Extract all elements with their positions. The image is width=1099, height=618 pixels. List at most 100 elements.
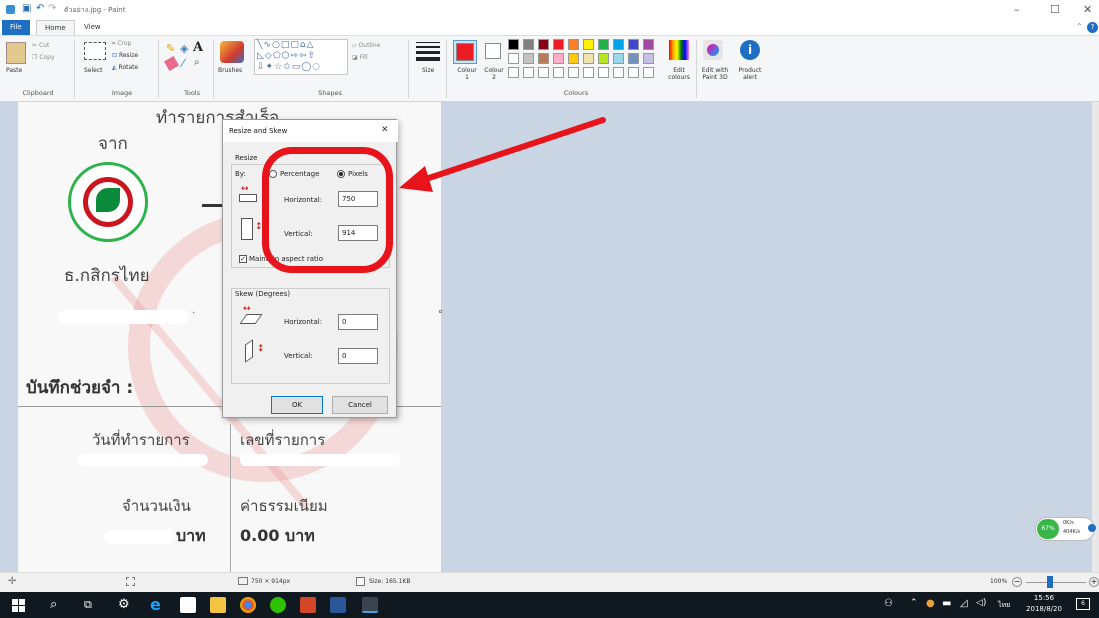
palette-swatch[interactable] [613, 39, 624, 50]
colour1-selector[interactable] [453, 40, 477, 64]
paint3d-icon[interactable] [703, 40, 723, 60]
fill-bucket-icon[interactable]: ◈ [180, 42, 188, 55]
cancel-button[interactable]: Cancel [332, 396, 388, 414]
palette-swatch[interactable] [508, 39, 519, 50]
edit-colours-button[interactable]: Edit colours [666, 67, 692, 81]
zoom-slider-thumb[interactable] [1047, 576, 1053, 588]
help-icon[interactable]: ? [1087, 22, 1098, 33]
shapes-row-1-icon[interactable]: ╲∿○□▢⌂△ [257, 40, 314, 50]
palette-swatch[interactable] [523, 39, 534, 50]
palette-swatch[interactable] [553, 53, 564, 64]
palette-swatch[interactable] [538, 53, 549, 64]
battery-icon[interactable]: ▬ [942, 598, 951, 609]
task-view-icon[interactable]: ⧉ [84, 598, 92, 612]
shapes-gallery[interactable]: ╲∿○□▢⌂△ ◺◇⬠⬡⇨⇦⇧ ⇩✦☆✩▭◯◌ [254, 39, 348, 75]
fill-button[interactable]: ◪ Fill [352, 54, 368, 61]
palette-swatch[interactable] [598, 53, 609, 64]
shapes-row-3-icon[interactable]: ⇩✦☆✩▭◯◌ [257, 62, 321, 72]
people-icon[interactable]: ⚇ [884, 598, 893, 609]
paste-button[interactable]: Paste [6, 67, 22, 74]
save-icon[interactable]: ▣ [22, 3, 31, 14]
ok-button[interactable]: OK [271, 396, 323, 414]
powerpoint-icon[interactable] [300, 597, 316, 613]
custom-palette-swatch[interactable] [643, 67, 654, 78]
search-icon[interactable]: ⌕ [50, 597, 57, 612]
close-button[interactable]: ✕ [1083, 3, 1092, 16]
edit-with-paint3d-button[interactable]: Edit with Paint 3D [700, 67, 730, 81]
text-tool-icon[interactable]: A [193, 40, 203, 55]
custom-palette-swatch[interactable] [553, 67, 564, 78]
redo-icon[interactable]: ↷ [48, 3, 56, 14]
custom-palette-swatch[interactable] [628, 67, 639, 78]
collapse-ribbon-icon[interactable]: ⌃ [1076, 22, 1083, 31]
tab-home[interactable]: Home [36, 20, 75, 35]
maintain-aspect-checkbox[interactable]: ✓ [239, 255, 247, 263]
custom-palette-swatch[interactable] [523, 67, 534, 78]
palette-swatch[interactable] [538, 39, 549, 50]
select-icon[interactable] [84, 42, 106, 60]
crop-button[interactable]: ⌗ Crop [112, 40, 131, 48]
colour2-selector[interactable] [485, 43, 501, 59]
network-monitor-widget[interactable]: 67% 0K/s 404K/s [1035, 517, 1096, 541]
custom-palette-swatch[interactable] [508, 67, 519, 78]
show-hidden-icons[interactable]: ⌃ [910, 598, 918, 608]
language-indicator[interactable]: ไทย [998, 600, 1010, 611]
vertical-scrollbar[interactable] [1092, 102, 1099, 572]
tray-app-icon[interactable]: ● [926, 598, 935, 609]
magnifier-icon[interactable]: ⌕ [194, 57, 200, 68]
product-alert-icon[interactable]: i [740, 40, 760, 60]
zoom-slider[interactable] [1026, 582, 1086, 583]
pencil-icon[interactable]: ✎ [166, 42, 175, 55]
tab-view[interactable]: View [76, 20, 109, 35]
custom-palette-swatch[interactable] [538, 67, 549, 78]
resize-handle[interactable] [439, 310, 442, 313]
chrome-icon[interactable] [240, 597, 256, 613]
tab-file[interactable]: File [2, 20, 30, 35]
camera-icon[interactable] [180, 597, 196, 613]
resize-button[interactable]: ⊡ Resize [112, 52, 138, 59]
brushes-icon[interactable] [220, 41, 244, 63]
dialog-close-button[interactable]: ✕ [381, 125, 389, 135]
palette-swatch[interactable] [583, 39, 594, 50]
palette-swatch[interactable] [568, 53, 579, 64]
edit-colours-icon[interactable] [669, 40, 689, 60]
palette-swatch[interactable] [553, 39, 564, 50]
file-explorer-icon[interactable] [210, 597, 226, 613]
custom-palette-swatch[interactable] [583, 67, 594, 78]
maximize-button[interactable]: ☐ [1050, 3, 1060, 16]
volume-icon[interactable]: ◁) [976, 598, 986, 608]
palette-swatch[interactable] [628, 39, 639, 50]
custom-palette-swatch[interactable] [568, 67, 579, 78]
skew-horizontal-input[interactable]: 0 [338, 314, 378, 330]
palette-swatch[interactable] [613, 53, 624, 64]
wechat-icon[interactable] [270, 597, 286, 613]
network-icon[interactable]: ◿ [960, 598, 968, 609]
palette-swatch[interactable] [568, 39, 579, 50]
undo-icon[interactable]: ↶ [36, 3, 44, 14]
palette-swatch[interactable] [583, 53, 594, 64]
brushes-button[interactable]: Brushes [218, 67, 242, 74]
cut-button[interactable]: ✂ Cut [32, 42, 49, 49]
zoom-in-button[interactable]: + [1089, 577, 1099, 587]
clock-date[interactable]: 2018/8/20 [1022, 605, 1066, 613]
palette-swatch[interactable] [508, 53, 519, 64]
size-icon[interactable] [416, 42, 440, 61]
clock-time[interactable]: 15:56 [1022, 594, 1066, 602]
edge-icon[interactable]: e [150, 595, 161, 614]
palette-swatch[interactable] [598, 39, 609, 50]
palette-swatch[interactable] [643, 53, 654, 64]
minimize-button[interactable]: – [1014, 3, 1020, 16]
notification-center-icon[interactable]: 6 [1076, 598, 1090, 610]
outline-button[interactable]: ▱ Outline [352, 42, 380, 49]
rotate-button[interactable]: ◭ Rotate [112, 64, 138, 71]
copy-button[interactable]: ❐ Copy [32, 54, 55, 61]
skew-vertical-input[interactable]: 0 [338, 348, 378, 364]
zoom-out-button[interactable]: − [1012, 577, 1022, 587]
size-button[interactable]: Size [422, 67, 434, 74]
custom-palette-swatch[interactable] [613, 67, 624, 78]
palette-swatch[interactable] [643, 39, 654, 50]
color-picker-icon[interactable]: ⁄ [182, 57, 184, 70]
product-alert-button[interactable]: Product alert [735, 67, 765, 81]
eraser-icon[interactable] [163, 55, 180, 72]
steam-icon[interactable]: ⚙ [118, 597, 130, 612]
